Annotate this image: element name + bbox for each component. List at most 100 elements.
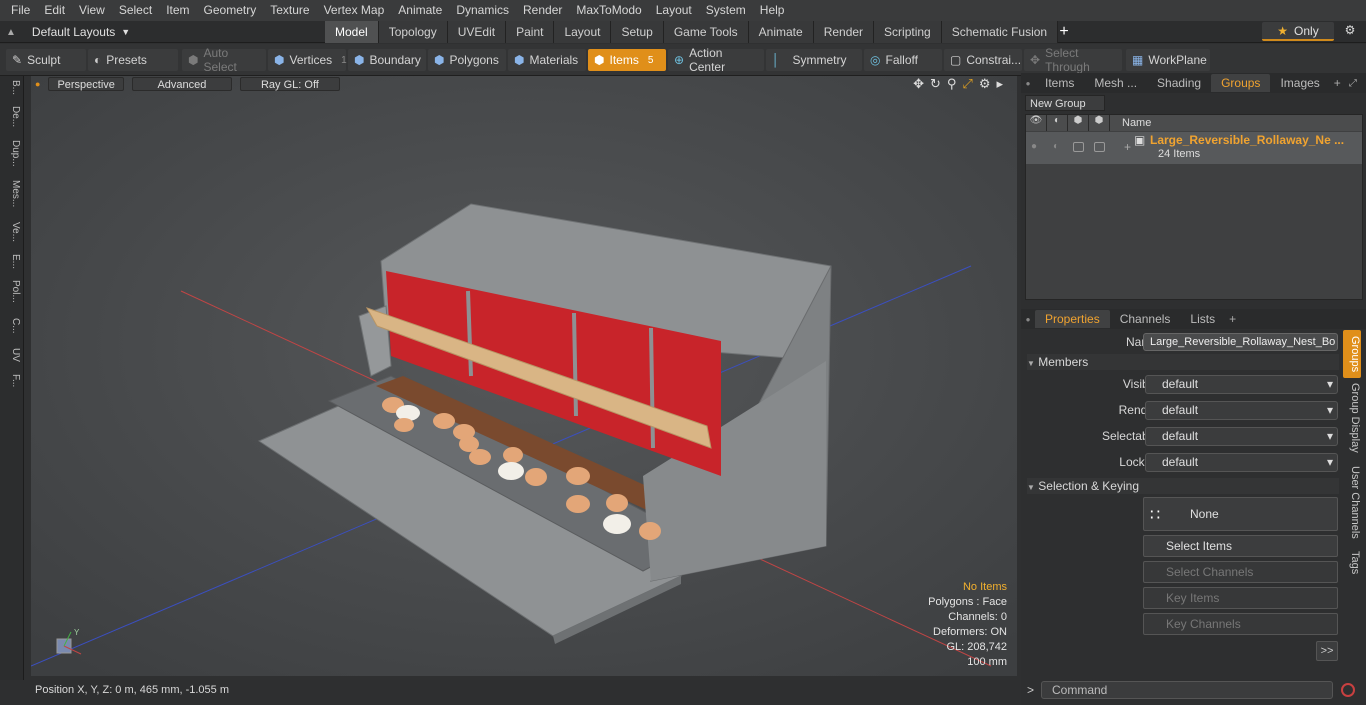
materials-button[interactable]: ⬢ Materials [508,49,586,71]
constraints-button[interactable]: ▢ Constrai... [944,49,1022,71]
tab-items[interactable]: Items [1035,74,1084,92]
presets-button[interactable]: ◐ Presets [88,49,178,71]
expand-plus-icon[interactable]: + [1124,140,1131,154]
viewport-menu-icon[interactable]: ● [35,79,40,89]
vertices-button[interactable]: ⬢ Vertices 1 [268,49,347,71]
side-tab-groups[interactable]: Groups [1343,330,1361,378]
visibility-toggle-icon[interactable]: ● [1031,141,1037,152]
side-tab-tags[interactable]: Tags [1343,548,1361,578]
new-group-button[interactable]: New Group [1025,95,1105,111]
panel-menu-icon[interactable]: ● [1021,79,1035,88]
left-tab-8[interactable]: C... [3,318,21,334]
left-tab-4[interactable]: Mes... [3,180,21,207]
expand-icon[interactable]: ⤢ [1349,78,1357,89]
left-tab-6[interactable]: E... [3,254,21,269]
key-items-button[interactable]: Key Items [1143,587,1338,609]
menu-render[interactable]: Render [516,0,569,21]
more-button[interactable]: >> [1316,641,1338,661]
layout-selector[interactable]: ▲ Default Layouts ▼ [6,23,130,41]
move-icon[interactable]: ✥ [913,76,924,92]
tab-channels[interactable]: Channels [1110,310,1181,328]
menu-edit[interactable]: Edit [37,0,72,21]
tab-game-tools[interactable]: Game Tools [663,21,749,43]
symmetry-button[interactable]: │ Symmetry [766,49,862,71]
add-props-tab-button[interactable]: + [1229,312,1236,326]
table-row[interactable]: ● ◐ + ▣ Large_Reversible_Rollaway_Ne ...… [1026,132,1362,164]
left-tab-10[interactable]: F... [3,374,21,387]
tab-paint[interactable]: Paint [506,21,555,43]
menu-maxtomodo[interactable]: MaxToModo [569,0,648,21]
tab-shading[interactable]: Shading [1147,74,1211,92]
tab-mesh[interactable]: Mesh ... [1084,74,1147,92]
tab-schematic-fusion[interactable]: Schematic Fusion [941,21,1059,43]
visible-dropdown[interactable]: default [1145,375,1338,394]
tab-setup[interactable]: Setup [611,21,664,43]
tab-lists[interactable]: Lists [1180,310,1225,328]
members-section[interactable]: ▼ Members [1027,354,1339,370]
render-dropdown[interactable]: default [1145,401,1338,420]
tab-images[interactable]: Images [1270,74,1329,92]
auto-select-button[interactable]: ⬢ Auto Select [182,46,266,74]
tab-properties[interactable]: Properties [1035,310,1110,328]
left-tab-2[interactable]: De... [3,106,21,127]
left-tab-9[interactable]: UV [3,348,21,362]
select-channels-button[interactable]: Select Channels [1143,561,1338,583]
menu-animate[interactable]: Animate [391,0,449,21]
menu-help[interactable]: Help [753,0,792,21]
select-through-button[interactable]: ✥ Select Through [1024,46,1122,74]
props-menu-icon[interactable]: ● [1021,315,1035,324]
menu-select[interactable]: Select [112,0,159,21]
render-toggle-icon[interactable]: ◐ [1053,141,1059,152]
key-channels-button[interactable]: Key Channels [1143,613,1338,635]
group-name[interactable]: Large_Reversible_Rollaway_Ne ... [1150,133,1344,147]
tab-topology[interactable]: Topology [378,21,448,43]
only-toggle[interactable]: ★ Only [1262,22,1334,41]
add-panel-tab-button[interactable]: + [1334,76,1341,90]
raygl-button[interactable]: Ray GL: Off [239,77,340,91]
view-mode-button[interactable]: Perspective [48,77,124,91]
lock-toggle[interactable] [1073,142,1084,152]
shading-button[interactable]: Advanced [131,77,232,91]
left-tab-5[interactable]: Ve... [3,222,21,242]
viewport-gear-icon[interactable]: ⚙ [979,76,991,92]
items-button[interactable]: ⬢ Items 5 [588,49,666,71]
menu-file[interactable]: File [4,0,37,21]
tab-groups[interactable]: Groups [1211,74,1271,92]
locked-dropdown[interactable]: default [1145,453,1338,472]
menu-item[interactable]: Item [159,0,196,21]
name-field[interactable]: Large_Reversible_Rollaway_Nest_Bo [1143,333,1338,351]
fit-icon[interactable]: ⤢ [962,76,972,92]
tab-model[interactable]: Model [325,21,379,43]
tab-animate[interactable]: Animate [748,21,814,43]
add-tab-button[interactable]: + [1057,21,1071,43]
tab-uvedit[interactable]: UVEdit [447,21,507,43]
tab-scripting[interactable]: Scripting [874,21,942,43]
side-tab-group-display[interactable]: Group Display [1343,382,1361,454]
viewport-play-icon[interactable]: ▸ [996,76,1003,92]
falloff-button[interactable]: ◎ Falloff [864,49,942,71]
menu-geometry[interactable]: Geometry [197,0,264,21]
select-toggle[interactable] [1094,142,1105,152]
left-tab-7[interactable]: Pol... [3,280,21,303]
tab-render[interactable]: Render [813,21,875,43]
sculpt-button[interactable]: ✎ Sculpt [6,49,86,71]
menu-dynamics[interactable]: Dynamics [449,0,516,21]
menu-system[interactable]: System [699,0,753,21]
gear-icon[interactable]: ⚙ [1340,23,1360,41]
menu-texture[interactable]: Texture [263,0,316,21]
workplane-button[interactable]: ▦ WorkPlane [1126,49,1210,71]
menu-view[interactable]: View [72,0,112,21]
3d-viewport[interactable]: Y ● Perspective Advanced Ray GL: Off ✥ ↻… [31,76,1017,676]
command-input[interactable]: Command [1041,681,1333,699]
menu-vertex-map[interactable]: Vertex Map [317,0,392,21]
polygons-button[interactable]: ⬢ Polygons [428,49,506,71]
selectable-dropdown[interactable]: default [1145,427,1338,446]
zoom-icon[interactable]: ⚲ [947,76,957,92]
none-button[interactable]: ∷ None [1143,497,1338,531]
rotate-icon[interactable]: ↻ [930,76,941,92]
selection-keying-section[interactable]: ▼ Selection & Keying [1027,478,1339,494]
left-tab-1[interactable]: B... [3,80,21,95]
select-items-button[interactable]: Select Items [1143,535,1338,557]
side-tab-user-channels[interactable]: User Channels [1343,464,1361,540]
left-tab-3[interactable]: Dup... [3,140,21,167]
